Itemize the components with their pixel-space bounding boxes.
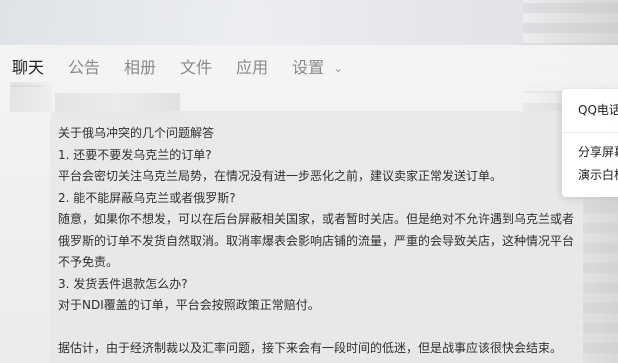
tab-settings[interactable]: 设置 ⌄	[292, 60, 343, 76]
message-line: 俄罗斯的订单不发货自然取消。取消率爆表会影响店铺的流量，严重的会导致关店，这种情…	[58, 233, 575, 248]
call-menu-popup: QQ电话 分享屏幕 演示白板	[562, 89, 618, 197]
tab-apps[interactable]: 应用	[236, 60, 268, 76]
chevron-down-icon: ⌄	[333, 61, 344, 75]
message-line: 平台会密切关注乌克兰局势，在情况没有进一步恶化之前，建议卖家正常发送订单。	[58, 169, 503, 183]
message-line: 对于NDI覆盖的订单，平台会按照政策正常赔付。	[58, 298, 320, 312]
message-line: 据估计，由于经济制裁以及汇率问题，接下来会有一段时间的低迷，但是战事应该很快会结…	[58, 340, 563, 355]
tab-chat[interactable]: 聊天	[12, 60, 45, 87]
message-line: 2. 能不能屏蔽乌克兰或者俄罗斯?	[58, 190, 236, 205]
tab-album[interactable]: 相册	[124, 60, 156, 76]
message-line: 随意，如果你不想发，可以在后台屏蔽相关国家，或者暂时关店。但是绝对不允许遇到乌克…	[58, 212, 575, 226]
tab-files[interactable]: 文件	[180, 60, 212, 76]
message-line: 关于俄乌冲突的几个问题解答	[58, 126, 215, 140]
sender-name-blur	[55, 93, 180, 113]
avatar	[10, 82, 52, 112]
message-line: 不予免责。	[58, 255, 119, 269]
tab-announcement[interactable]: 公告	[68, 60, 100, 76]
menu-item-whiteboard[interactable]: 演示白板	[562, 164, 618, 187]
menu-item-share-screen[interactable]: 分享屏幕	[562, 141, 618, 164]
tab-settings-label: 设置	[292, 58, 325, 77]
message-line: 1. 还要不要发乌克兰的订单?	[58, 147, 212, 162]
tab-bar: 聊天 公告 相册 文件 应用 设置 ⌄	[0, 45, 618, 91]
message-bubble: 关于俄乌冲突的几个问题解答 1. 还要不要发乌克兰的订单? 平台会密切关注乌克兰…	[50, 111, 583, 363]
message-line: 3. 发货丢件退款怎么办?	[58, 276, 188, 291]
menu-divider	[562, 132, 618, 133]
menu-item-qq-call[interactable]: QQ电话	[562, 99, 618, 122]
